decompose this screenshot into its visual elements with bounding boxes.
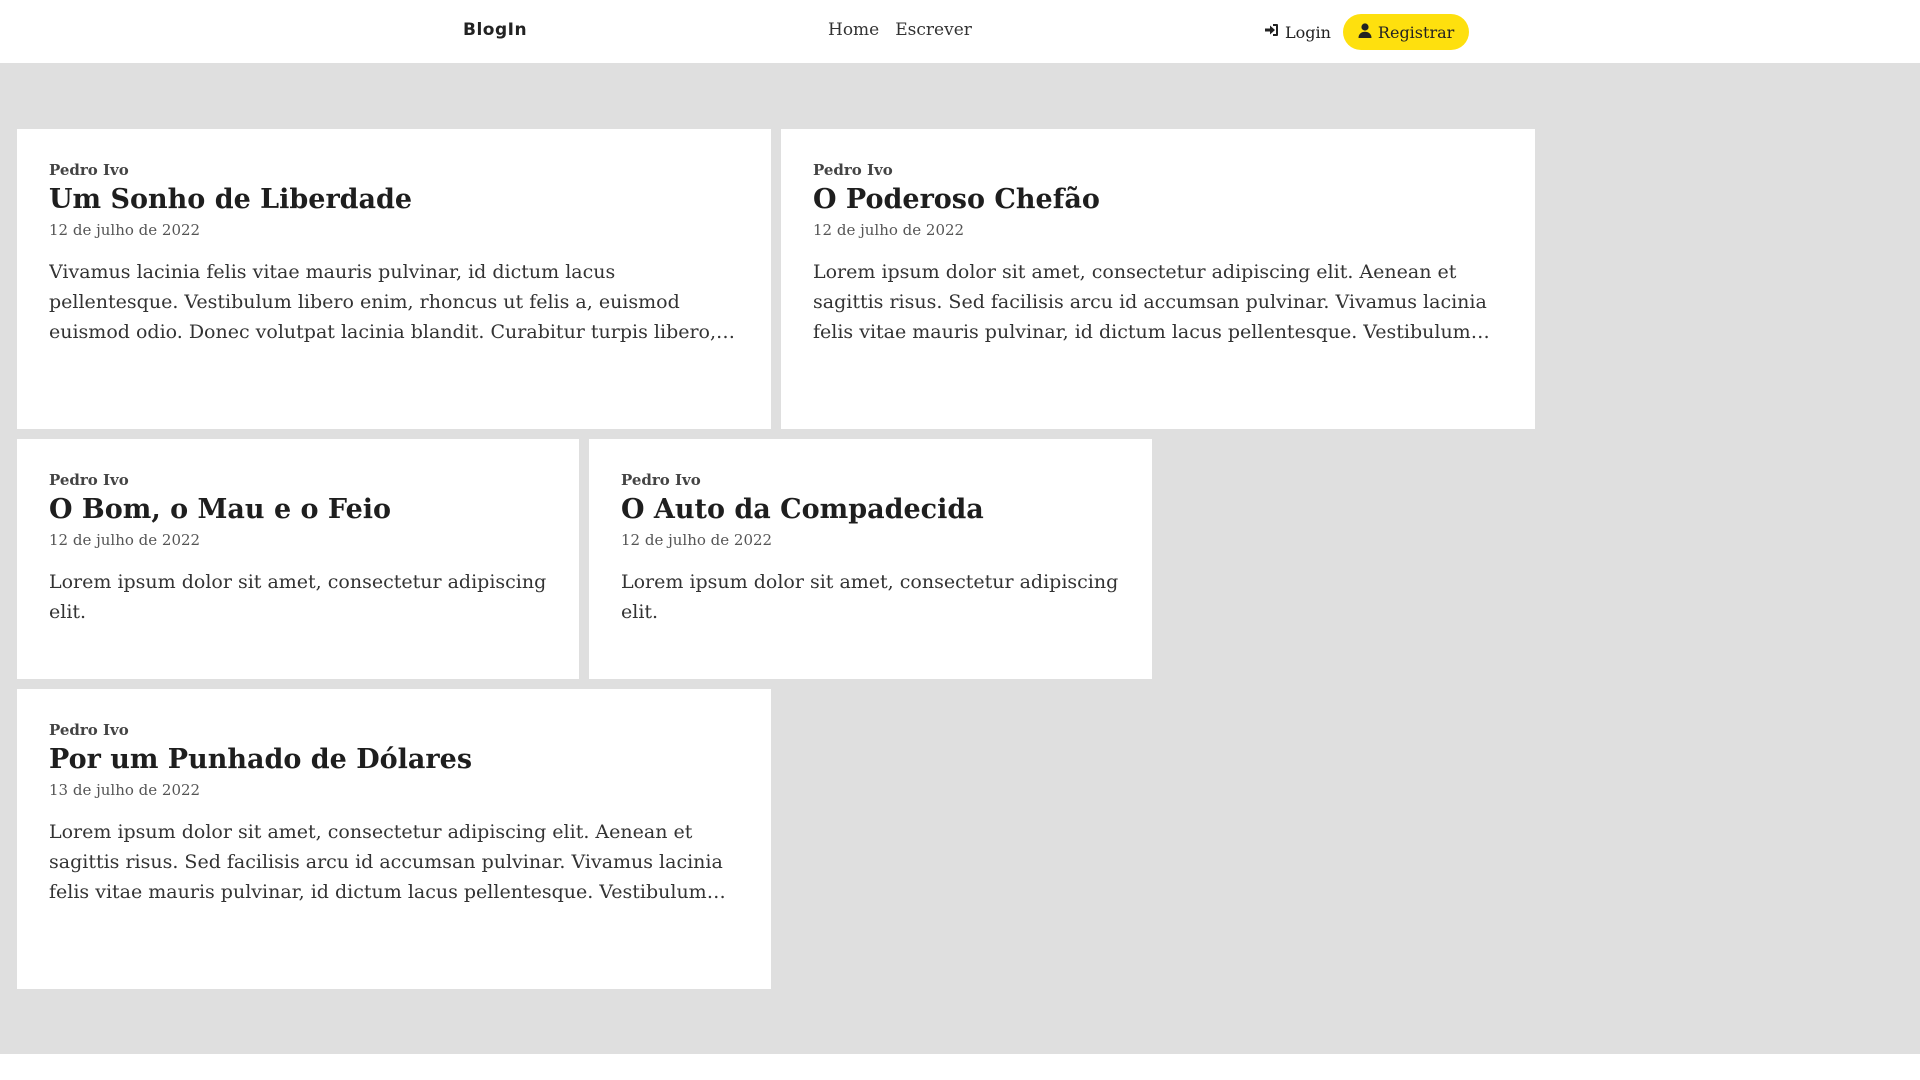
register-label: Registrar [1377,22,1455,42]
post-excerpt: Lorem ipsum dolor sit amet, consectetur … [49,571,547,623]
brand-logo[interactable]: BlogIn [463,20,527,40]
post-title[interactable]: O Bom, o Mau e o Feio [49,493,547,527]
post-author: Pedro Ivo [49,721,129,739]
nav-links: Home Escrever [828,20,972,40]
posts-area: Pedro Ivo Um Sonho de Liberdade 12 de ju… [0,63,1920,1054]
post-date: 12 de julho de 2022 [49,221,201,239]
post-card[interactable]: Pedro Ivo Um Sonho de Liberdade 12 de ju… [17,129,771,429]
post-excerpt: Lorem ipsum dolor sit amet, consectetur … [621,571,1119,623]
post-author: Pedro Ivo [813,161,893,179]
post-title[interactable]: O Poderoso Chefão [813,183,1503,217]
post-date: 12 de julho de 2022 [49,531,201,549]
post-card[interactable]: Pedro Ivo O Poderoso Chefão 12 de julho … [781,129,1535,429]
post-title[interactable]: O Auto da Compadecida [621,493,1120,527]
post-date: 12 de julho de 2022 [813,221,965,239]
post-excerpt: Lorem ipsum dolor sit amet, consectetur … [49,821,723,903]
login-link[interactable]: Login [1264,22,1331,42]
post-card[interactable]: Pedro Ivo Por um Punhado de Dólares 13 d… [17,689,771,989]
post-excerpt: Lorem ipsum dolor sit amet, consectetur … [813,261,1487,343]
sign-in-icon [1264,22,1280,42]
post-author: Pedro Ivo [49,471,129,489]
post-author: Pedro Ivo [49,161,129,179]
post-title[interactable]: Por um Punhado de Dólares [49,743,739,777]
post-date: 12 de julho de 2022 [621,531,773,549]
post-card[interactable]: Pedro Ivo O Bom, o Mau e o Feio 12 de ju… [17,439,579,679]
user-icon [1358,22,1372,42]
auth-actions: Login Registrar [1264,14,1470,50]
nav-link-escrever[interactable]: Escrever [895,20,972,40]
post-author: Pedro Ivo [621,471,701,489]
login-label: Login [1285,22,1331,42]
post-card[interactable]: Pedro Ivo O Auto da Compadecida 12 de ju… [589,439,1152,679]
post-title[interactable]: Um Sonho de Liberdade [49,183,739,217]
nav-link-home[interactable]: Home [828,20,879,40]
post-excerpt: Vivamus lacinia felis vitae mauris pulvi… [49,261,717,343]
register-button[interactable]: Registrar [1342,14,1470,50]
post-date: 13 de julho de 2022 [49,781,201,799]
navbar: BlogIn Home Escrever Login Registrar [0,0,1920,63]
